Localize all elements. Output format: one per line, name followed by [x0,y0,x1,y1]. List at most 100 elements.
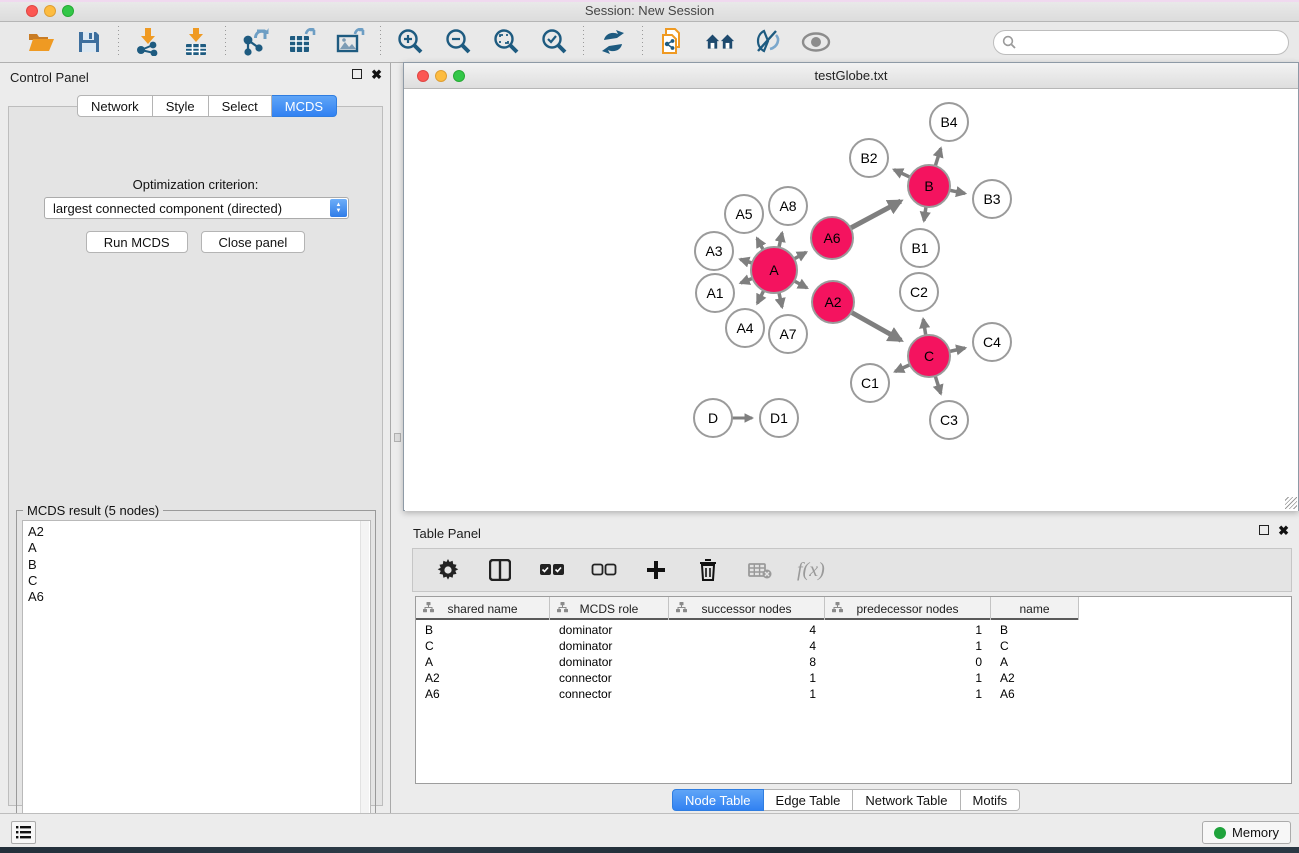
cell-name[interactable]: A6 [991,686,1079,702]
graph-node-A1[interactable]: A1 [696,274,734,312]
cell-name[interactable]: A [991,654,1079,670]
export-image-icon[interactable] [336,27,366,57]
zoom-fit-icon[interactable] [491,27,521,57]
table-row[interactable]: Cdominator41C [416,638,1079,654]
tab-network-table[interactable]: Network Table [853,789,960,811]
save-icon[interactable] [74,27,104,57]
cell-shared-name[interactable]: A6 [416,686,550,702]
graph-node-D1[interactable]: D1 [760,399,798,437]
tab-node-table[interactable]: Node Table [672,789,764,811]
columns-icon[interactable] [485,555,515,585]
cell-predecessor-nodes[interactable]: 1 [825,670,991,686]
home-icon[interactable] [705,27,735,57]
network-canvas[interactable]: AA1A2A3A4A5A6A7A8BB1B2B3B4CC1C2C3C4DD1 [405,90,1298,511]
graph-node-A[interactable]: A [751,247,797,293]
cell-predecessor-nodes[interactable]: 0 [825,654,991,670]
cell-MCDS-role[interactable]: dominator [550,654,669,670]
close-panel-button[interactable]: Close panel [201,231,306,253]
column-header-shared-name[interactable]: shared name [416,597,550,620]
cell-successor-nodes[interactable]: 8 [669,654,825,670]
close-table-panel-icon[interactable]: ✖ [1278,525,1289,536]
gear-icon[interactable] [433,555,463,585]
close-panel-icon[interactable]: ✖ [371,69,382,80]
graph-node-A8[interactable]: A8 [769,187,807,225]
column-header-successor-nodes[interactable]: successor nodes [669,597,825,620]
cell-name[interactable]: C [991,638,1079,654]
select-all-icon[interactable] [537,555,567,585]
cell-shared-name[interactable]: C [416,638,550,654]
graph-node-B[interactable]: B [908,165,950,207]
cell-shared-name[interactable]: A2 [416,670,550,686]
graph-node-C4[interactable]: C4 [973,323,1011,361]
graph-node-C1[interactable]: C1 [851,364,889,402]
table-row[interactable]: A2connector11A2 [416,670,1079,686]
mcds-result-item[interactable]: A [28,540,370,556]
graph-node-A7[interactable]: A7 [769,315,807,353]
cell-successor-nodes[interactable]: 4 [669,638,825,654]
mcds-result-item[interactable]: A6 [28,589,370,605]
refresh-icon[interactable] [598,27,628,57]
cell-name[interactable]: A2 [991,670,1079,686]
clone-network-icon[interactable] [657,27,687,57]
cell-MCDS-role[interactable]: connector [550,670,669,686]
trash-icon[interactable] [693,555,723,585]
graph-node-A3[interactable]: A3 [695,232,733,270]
cell-successor-nodes[interactable]: 4 [669,622,825,638]
cell-successor-nodes[interactable]: 1 [669,670,825,686]
graph-node-B1[interactable]: B1 [901,229,939,267]
column-header-MCDS-role[interactable]: MCDS role [550,597,669,620]
task-history-button[interactable] [11,821,36,844]
mcds-result-item[interactable]: C [28,573,370,589]
tab-style[interactable]: Style [153,95,209,117]
graph-node-A2[interactable]: A2 [812,281,854,323]
mcds-result-item[interactable]: B [28,557,370,573]
column-header-predecessor-nodes[interactable]: predecessor nodes [825,597,991,620]
graph-node-D[interactable]: D [694,399,732,437]
graph-node-C[interactable]: C [908,335,950,377]
import-network-icon[interactable] [133,27,163,57]
zoom-selected-icon[interactable] [539,27,569,57]
memory-button[interactable]: Memory [1202,821,1291,844]
graph-node-A4[interactable]: A4 [726,309,764,347]
split-divider-grip[interactable] [394,433,401,442]
run-mcds-button[interactable]: Run MCDS [86,231,188,253]
optimization-criterion-select[interactable]: largest connected component (directed) ▲… [44,197,349,219]
cell-predecessor-nodes[interactable]: 1 [825,638,991,654]
graph-node-A6[interactable]: A6 [811,217,853,259]
float-panel-icon[interactable] [352,69,362,79]
tab-mcds[interactable]: MCDS [272,95,337,117]
table-row[interactable]: A6connector11A6 [416,686,1079,702]
tab-network[interactable]: Network [77,95,153,117]
graph-node-C3[interactable]: C3 [930,401,968,439]
export-table-icon[interactable] [288,27,318,57]
graph-node-B3[interactable]: B3 [973,180,1011,218]
resize-grip-icon[interactable] [1285,497,1297,509]
graph-node-B4[interactable]: B4 [930,103,968,141]
tab-select[interactable]: Select [209,95,272,117]
cell-name[interactable]: B [991,622,1079,638]
eye-icon[interactable] [801,27,831,57]
column-header-name[interactable]: name [991,597,1079,620]
open-folder-icon[interactable] [26,27,56,57]
add-icon[interactable] [641,555,671,585]
table-row[interactable]: Bdominator41B [416,622,1079,638]
mcds-result-item[interactable]: A2 [28,524,370,540]
tab-edge-table[interactable]: Edge Table [764,789,854,811]
cell-MCDS-role[interactable]: dominator [550,638,669,654]
cell-predecessor-nodes[interactable]: 1 [825,622,991,638]
mcds-result-list[interactable]: A2ABCA6 [22,520,371,844]
cell-shared-name[interactable]: B [416,622,550,638]
table-row[interactable]: Adominator80A [416,654,1079,670]
cell-successor-nodes[interactable]: 1 [669,686,825,702]
hide-style-icon[interactable] [753,27,783,57]
cell-shared-name[interactable]: A [416,654,550,670]
search-input[interactable] [993,30,1289,55]
tab-motifs[interactable]: Motifs [961,789,1021,811]
cell-predecessor-nodes[interactable]: 1 [825,686,991,702]
graph-node-A5[interactable]: A5 [725,195,763,233]
float-table-panel-icon[interactable] [1259,525,1269,535]
cell-MCDS-role[interactable]: connector [550,686,669,702]
zoom-in-icon[interactable] [395,27,425,57]
zoom-out-icon[interactable] [443,27,473,57]
graph-node-B2[interactable]: B2 [850,139,888,177]
